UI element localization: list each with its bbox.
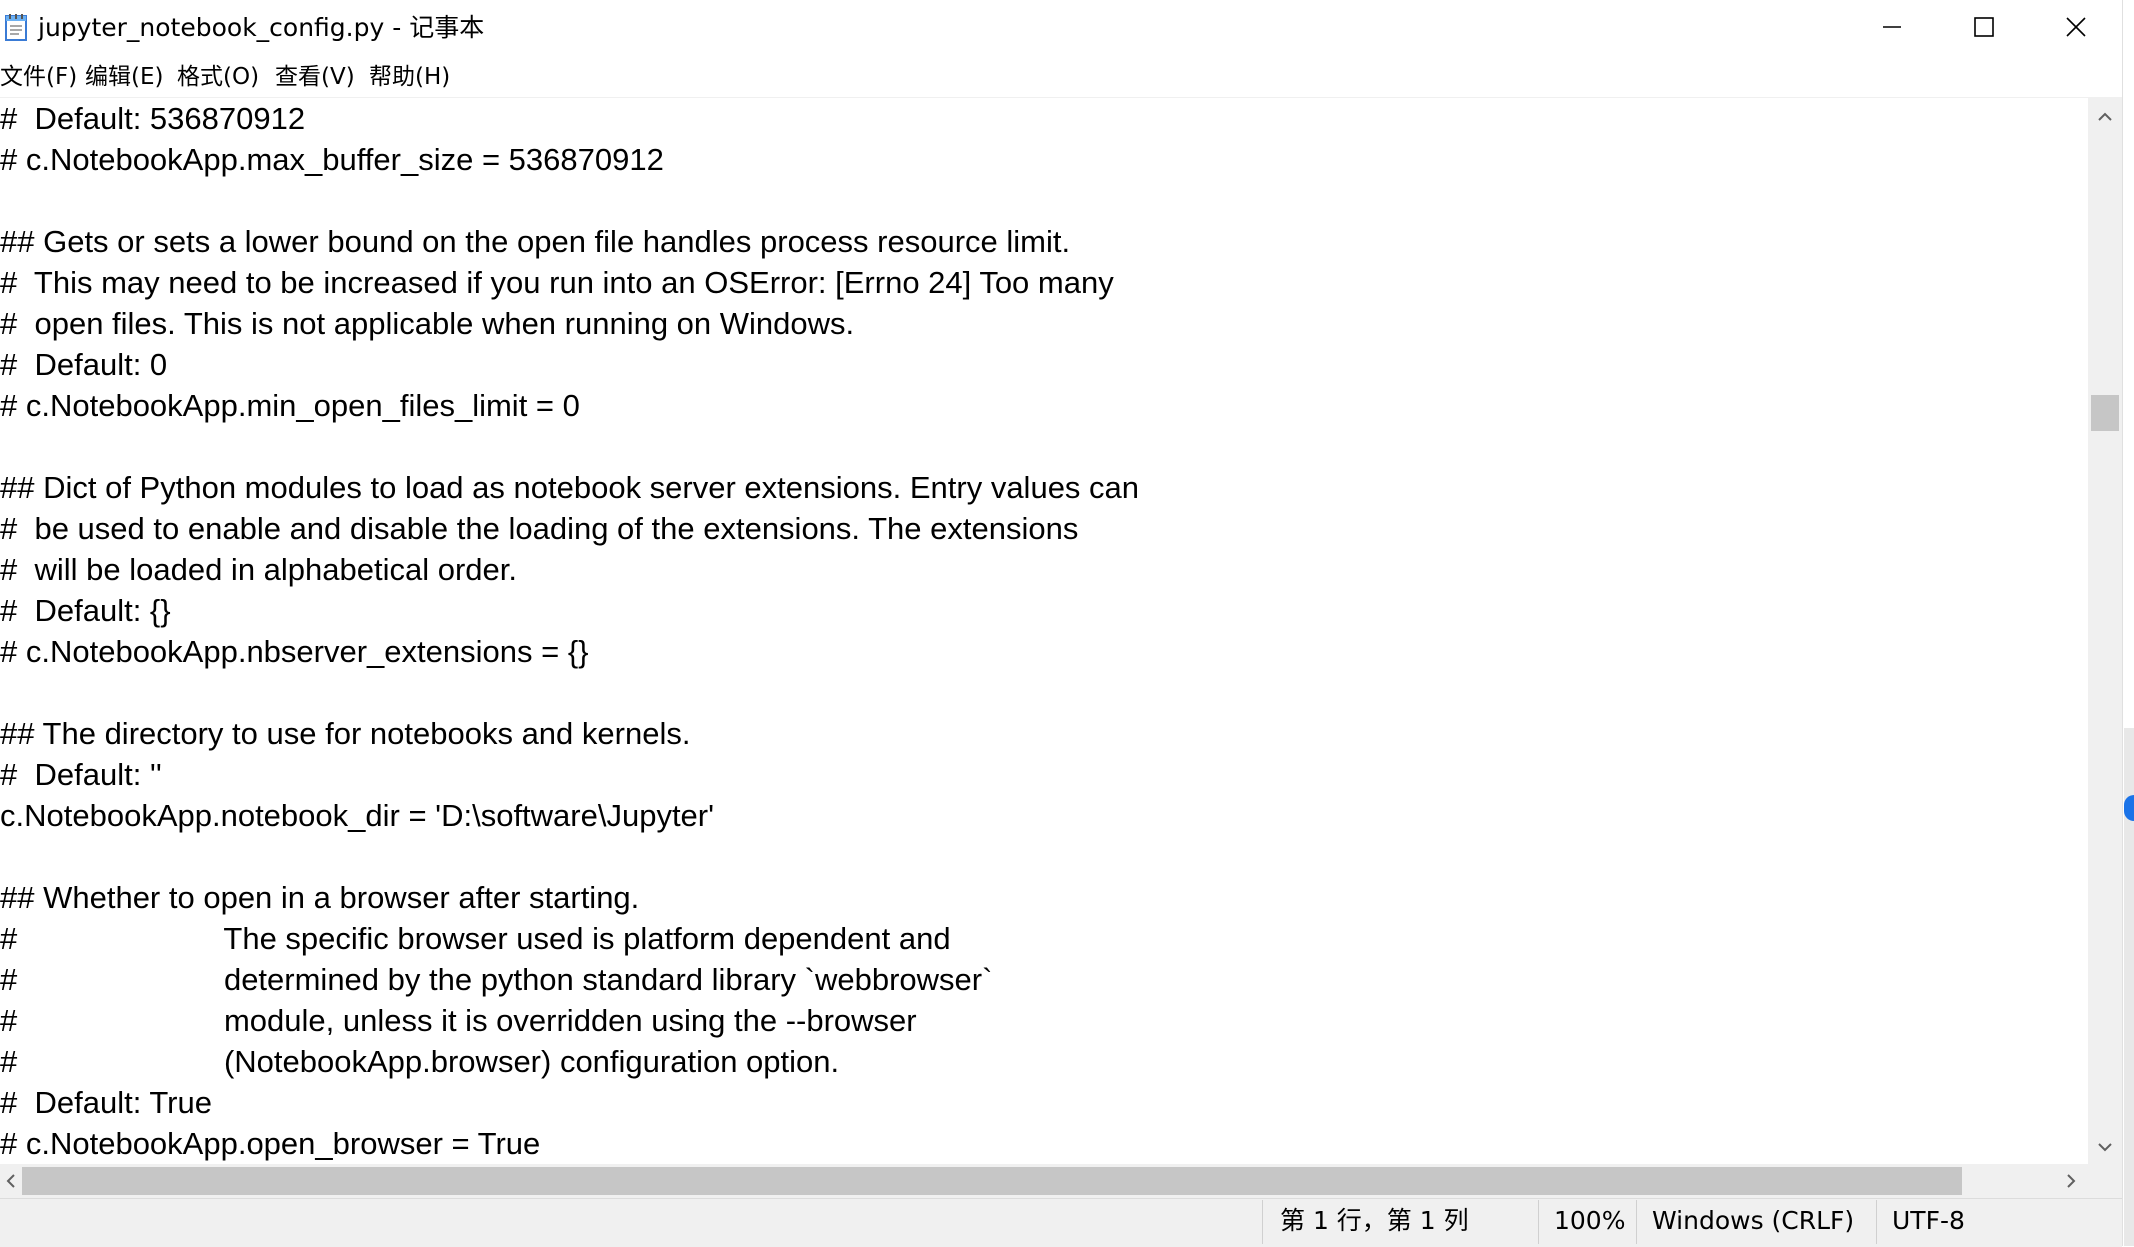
- text-line: # Default: 536870912: [0, 101, 306, 136]
- zoom-level: 100%: [1554, 1206, 1626, 1235]
- text-line: # Default: '': [0, 757, 162, 792]
- text-line: ## Whether to open in a browser after st…: [0, 880, 640, 915]
- notification-dot: [2124, 795, 2134, 821]
- text-line: # Default: {}: [0, 593, 171, 628]
- text-line: # c.NotebookApp.open_browser = True: [0, 1126, 541, 1161]
- scrollbar-corner: [2088, 1164, 2122, 1198]
- status-divider: [1262, 1200, 1263, 1244]
- scroll-down-icon[interactable]: [2092, 1134, 2118, 1160]
- window-title: jupyter_notebook_config.py - 记事本: [38, 13, 485, 42]
- text-line: # The specific browser used is platform …: [0, 921, 951, 956]
- text-line: # determined by the python standard libr…: [0, 962, 993, 997]
- text-line: # (NotebookApp.browser) configuration op…: [0, 1044, 840, 1079]
- maximize-button[interactable]: [1938, 0, 2030, 57]
- vertical-scrollbar[interactable]: [2088, 98, 2122, 1164]
- menu-edit[interactable]: 编辑(E): [85, 61, 163, 93]
- status-divider: [1636, 1200, 1637, 1244]
- text-line: ## The directory to use for notebooks an…: [0, 716, 691, 751]
- horizontal-scroll-thumb[interactable]: [22, 1167, 1962, 1195]
- text-line: c.NotebookApp.notebook_dir = 'D:\softwar…: [0, 798, 715, 833]
- text-line: # c.NotebookApp.nbserver_extensions = {}: [0, 634, 589, 669]
- close-button[interactable]: [2030, 0, 2122, 57]
- text-line: # Default: 0: [0, 347, 168, 382]
- encoding: UTF-8: [1892, 1206, 1965, 1235]
- menu-help[interactable]: 帮助(H): [369, 61, 450, 93]
- text-line: # module, unless it is overridden using …: [0, 1003, 917, 1038]
- menu-file[interactable]: 文件(F): [0, 61, 77, 93]
- text-line: # c.NotebookApp.max_buffer_size = 536870…: [0, 142, 664, 177]
- scroll-up-icon[interactable]: [2092, 104, 2118, 130]
- text-line: ## Dict of Python modules to load as not…: [0, 470, 1140, 505]
- scroll-right-icon[interactable]: [2058, 1168, 2084, 1194]
- notepad-icon: [4, 12, 30, 42]
- scroll-left-icon[interactable]: [0, 1168, 22, 1194]
- menu-bar: 文件(F) 编辑(E) 格式(O) 查看(V) 帮助(H): [0, 57, 2134, 98]
- maximize-icon: [1973, 16, 1995, 42]
- close-icon: [2065, 16, 2087, 42]
- text-line: # c.NotebookApp.min_open_files_limit = 0: [0, 388, 580, 423]
- title-bar[interactable]: jupyter_notebook_config.py - 记事本: [0, 0, 2134, 57]
- text-line: # Default: True: [0, 1085, 212, 1120]
- text-line: # This may need to be increased if you r…: [0, 265, 1114, 300]
- status-divider: [1876, 1200, 1877, 1244]
- text-editor[interactable]: # Default: 536870912 # c.NotebookApp.max…: [0, 98, 2088, 1164]
- line-ending: Windows (CRLF): [1652, 1206, 1855, 1235]
- menu-view[interactable]: 查看(V): [275, 61, 355, 93]
- status-divider: [1538, 1200, 1539, 1244]
- cursor-position: 第 1 行，第 1 列: [1280, 1206, 1469, 1235]
- vertical-scroll-thumb[interactable]: [2091, 395, 2119, 431]
- text-line: # open files. This is not applicable whe…: [0, 306, 855, 341]
- notepad-window: jupyter_notebook_config.py - 记事本 文件(F) 编…: [0, 0, 2134, 1247]
- text-line: # be used to enable and disable the load…: [0, 511, 1079, 546]
- text-line: ## Gets or sets a lower bound on the ope…: [0, 224, 1071, 259]
- menu-format[interactable]: 格式(O): [177, 61, 259, 93]
- minimize-icon: [1881, 16, 1903, 42]
- text-line: # will be loaded in alphabetical order.: [0, 552, 518, 587]
- minimize-button[interactable]: [1846, 0, 1938, 57]
